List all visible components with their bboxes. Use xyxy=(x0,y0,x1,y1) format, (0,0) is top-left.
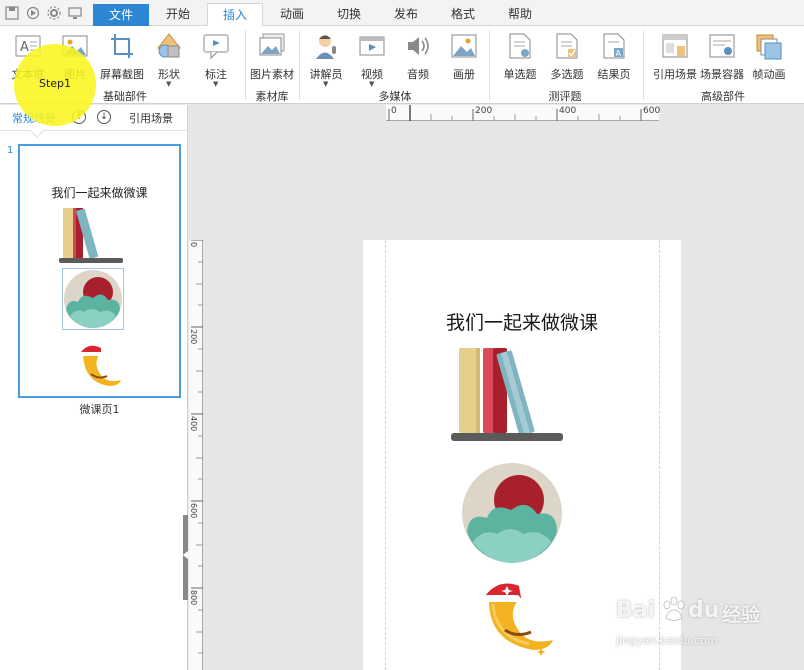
hruler-label-200: 200 xyxy=(475,106,493,116)
tab-transition[interactable]: 切换 xyxy=(321,3,377,25)
tab-pointer-icon xyxy=(30,130,44,138)
tab-file[interactable]: 文件 xyxy=(93,4,149,26)
hruler-label-0: 0 xyxy=(391,106,397,116)
group-divider xyxy=(299,30,300,100)
narrator-button[interactable]: 讲解员 ▼ xyxy=(302,32,350,92)
speaker-icon xyxy=(408,37,429,55)
title-menu-bar: 文件 开始 插入 动画 切换 发布 格式 帮助 xyxy=(0,0,804,26)
vertical-ruler-ticks xyxy=(191,239,203,654)
save-icon[interactable] xyxy=(5,6,19,20)
scene-container-icon xyxy=(709,34,735,58)
monitor-icon[interactable] xyxy=(68,6,82,20)
move-down-icon[interactable]: ↓ xyxy=(97,110,111,124)
group-multimedia: 多媒体 xyxy=(378,90,412,103)
tab-start[interactable]: 开始 xyxy=(150,3,206,25)
horizontal-ruler: 0 200 400 600 xyxy=(386,105,661,121)
gear-icon[interactable] xyxy=(47,6,61,20)
crop-icon xyxy=(111,34,133,58)
annotation-button[interactable]: 标注 ▼ xyxy=(192,32,240,92)
scene-container-button[interactable]: 场景容器 xyxy=(698,32,746,92)
shape-icon xyxy=(156,33,182,58)
tab-publish[interactable]: 发布 xyxy=(378,3,434,25)
annotation-icon xyxy=(203,34,229,60)
narrator-icon xyxy=(316,35,336,59)
watermark-url: jingyan.baidu.com xyxy=(616,634,718,647)
books-icon xyxy=(59,208,123,263)
baidu-watermark: Bai du 经验 jingyan.baidu.com xyxy=(616,596,796,660)
multi-choice-button[interactable]: 多选题 xyxy=(543,32,591,92)
audio-button[interactable]: 音频 xyxy=(394,32,442,92)
preview-icon[interactable] xyxy=(26,6,40,20)
watermark-brand-b: du xyxy=(688,598,720,623)
tab-animation[interactable]: 动画 xyxy=(264,3,320,25)
chevron-down-icon: ▼ xyxy=(213,80,219,88)
frame-animation-label: 帧动画 xyxy=(752,68,786,81)
hruler-label-400: 400 xyxy=(559,106,577,116)
chevron-down-icon: ▼ xyxy=(166,80,172,88)
moon-hat-icon[interactable] xyxy=(477,578,557,660)
frame-animation-button[interactable]: 帧动画 xyxy=(745,32,793,92)
group-divider xyxy=(245,30,246,100)
single-choice-button[interactable]: 单选题 xyxy=(496,32,544,92)
tab-insert[interactable]: 插入 xyxy=(207,3,263,26)
tab-ref-scene[interactable]: 引用场景 xyxy=(129,110,173,126)
single-choice-icon xyxy=(509,33,531,59)
sun-cloud-icon[interactable] xyxy=(461,462,563,564)
vruler-label-0: 0 xyxy=(189,242,198,248)
vruler-label-200: 200 xyxy=(189,329,198,345)
ref-scene-icon xyxy=(662,34,688,58)
paw-icon xyxy=(663,596,685,621)
chevron-down-icon: ▼ xyxy=(369,80,375,88)
group-divider xyxy=(489,30,490,100)
video-icon xyxy=(359,36,385,56)
slide-thumbnail-title: 我们一起来做微课 xyxy=(51,186,148,200)
group-library: 素材库 xyxy=(255,90,289,103)
group-divider xyxy=(643,30,644,100)
books-icon[interactable] xyxy=(449,345,565,443)
vruler-label-400: 400 xyxy=(189,416,198,432)
shape-button[interactable]: 形状 ▼ xyxy=(145,32,193,92)
result-page-icon: A xyxy=(603,33,625,59)
watermark-brand-a: Bai xyxy=(616,598,656,623)
group-basic: 基础部件 xyxy=(103,90,147,103)
left-guide-line xyxy=(385,240,386,670)
video-button[interactable]: 视频 ▼ xyxy=(348,32,396,92)
vruler-label-600: 600 xyxy=(189,503,198,519)
slide-thumbnail[interactable]: 我们一起来做微课 xyxy=(18,144,181,398)
album-icon xyxy=(451,34,477,58)
image-material-button[interactable]: 图片素材 xyxy=(248,32,296,92)
album-button[interactable]: 画册 xyxy=(440,32,488,92)
vruler-label-800: 800 xyxy=(189,590,198,606)
group-advanced: 高级部件 xyxy=(701,90,745,103)
watermark-brand-c: 经验 xyxy=(722,604,761,626)
result-page-label: 结果页 xyxy=(597,68,631,81)
collapse-arrow-icon[interactable] xyxy=(183,551,188,559)
slide-caption: 微课页1 xyxy=(79,403,120,416)
screenshot-button[interactable]: 屏幕截图 xyxy=(98,32,146,92)
ref-scene-button[interactable]: 引用场景 xyxy=(651,32,699,92)
ribbon-toolbar: A 文本框 图片 屏幕截图 形状 ▼ 标注 ▼ 基础部件 图片素材 素材库 讲解… xyxy=(0,26,804,104)
scene-panel: 常规场景 ↑ ↓ 引用场景 1 我们一起来做微课 微课页1 xyxy=(0,105,188,670)
group-quiz: 测评题 xyxy=(548,90,582,103)
tab-help[interactable]: 帮助 xyxy=(492,3,548,25)
multi-choice-icon xyxy=(556,33,578,59)
chevron-down-icon: ▼ xyxy=(323,80,329,88)
slide-title[interactable]: 我们一起来做微课 xyxy=(363,308,681,335)
image-material-label: 图片素材 xyxy=(250,68,294,81)
album-label: 画册 xyxy=(453,68,475,81)
horizontal-ruler-ticks xyxy=(388,105,642,121)
slide-number: 1 xyxy=(7,145,14,156)
frame-animation-icon xyxy=(756,34,782,60)
editor-canvas[interactable]: 0 200 400 600 0 200 400 600 800 我们一起来做微课 xyxy=(189,105,804,670)
step-label: Step1 xyxy=(38,77,72,90)
hruler-label-600: 600 xyxy=(643,106,661,116)
step-highlight: Step1 xyxy=(14,44,96,126)
moon-hat-icon xyxy=(79,343,121,386)
result-page-button[interactable]: A 结果页 xyxy=(590,32,638,92)
tab-format[interactable]: 格式 xyxy=(435,3,491,25)
sun-cloud-icon xyxy=(62,268,124,330)
gallery-icon xyxy=(259,33,285,56)
vertical-ruler: 0 200 400 600 800 xyxy=(189,239,203,670)
svg-text:A: A xyxy=(616,49,622,58)
